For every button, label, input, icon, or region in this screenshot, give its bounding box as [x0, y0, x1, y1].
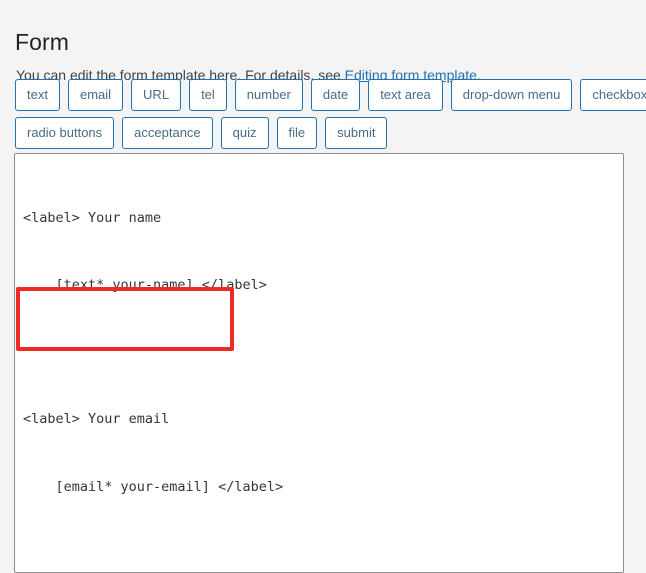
tag-button-drop-down-menu[interactable]: drop-down menu [450, 79, 573, 111]
tag-generator-buttons: text email URL tel number date text area… [15, 79, 646, 155]
page-title: Form [15, 29, 70, 56]
tag-button-email[interactable]: email [67, 79, 124, 111]
tag-button-url[interactable]: URL [131, 79, 182, 111]
tag-button-row-2: radio buttons acceptance quiz file submi… [15, 117, 640, 149]
tag-button-checkboxes[interactable]: checkboxes [580, 79, 646, 111]
form-template-code[interactable]: <label> Your name [text* your-name] </la… [23, 162, 621, 572]
code-line: [email* your-email] </label> [23, 478, 284, 495]
tag-button-date[interactable]: date [310, 79, 361, 111]
form-template-editor[interactable]: <label> Your name [text* your-name] </la… [14, 153, 624, 573]
tag-button-text-area[interactable]: text area [368, 79, 443, 111]
tag-button-number[interactable]: number [234, 79, 303, 111]
tag-button-file[interactable]: file [276, 117, 318, 149]
tag-button-submit[interactable]: submit [325, 117, 388, 149]
tag-button-radio-buttons[interactable]: radio buttons [15, 117, 115, 149]
code-line: <label> Your name [23, 209, 162, 226]
tag-button-row-1: text email URL tel number date text area… [15, 79, 646, 111]
tag-button-acceptance[interactable]: acceptance [122, 117, 213, 149]
tag-button-tel[interactable]: tel [189, 79, 227, 111]
code-line: [text* your-name] </label> [23, 277, 267, 294]
code-line: <label> Your email [23, 411, 170, 428]
tag-button-quiz[interactable]: quiz [220, 117, 269, 149]
form-template-panel: Form You can edit the form template here… [0, 0, 646, 573]
tag-button-text[interactable]: text [15, 79, 60, 111]
